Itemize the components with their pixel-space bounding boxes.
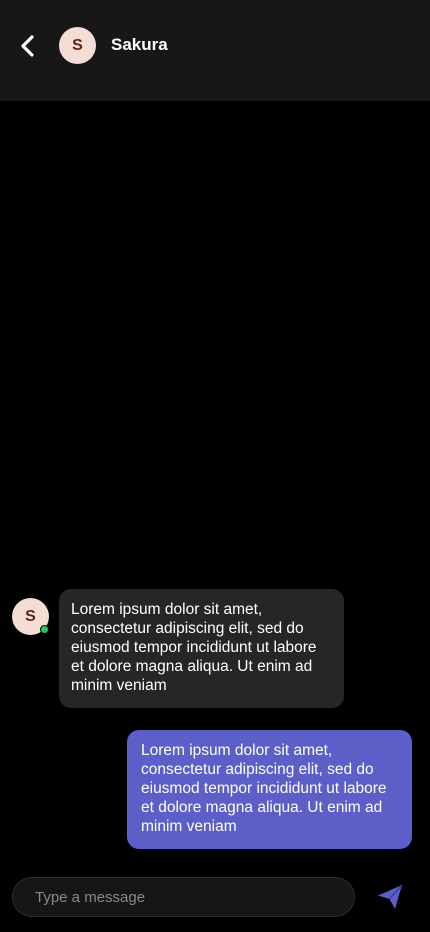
back-button[interactable] bbox=[14, 31, 42, 61]
message-input[interactable] bbox=[13, 878, 354, 916]
contact-name[interactable]: Sakura bbox=[111, 35, 168, 55]
send-icon bbox=[378, 884, 403, 909]
avatar-initial: S bbox=[72, 36, 83, 54]
incoming-message-bubble[interactable]: Lorem ipsum dolor sit amet, consectetur … bbox=[59, 589, 344, 708]
message-text: Lorem ipsum dolor sit amet, consectetur … bbox=[141, 742, 387, 835]
chevron-left-icon bbox=[21, 35, 34, 57]
send-button[interactable] bbox=[375, 882, 405, 912]
message-composer bbox=[12, 877, 355, 917]
outgoing-message-bubble[interactable]: Lorem ipsum dolor sit amet, consectetur … bbox=[127, 730, 412, 849]
chat-header: S Sakura bbox=[0, 0, 430, 101]
online-status-indicator bbox=[40, 625, 49, 634]
contact-avatar[interactable]: S bbox=[59, 27, 96, 64]
avatar-initial: S bbox=[25, 607, 36, 625]
message-text: Lorem ipsum dolor sit amet, consectetur … bbox=[71, 601, 317, 694]
